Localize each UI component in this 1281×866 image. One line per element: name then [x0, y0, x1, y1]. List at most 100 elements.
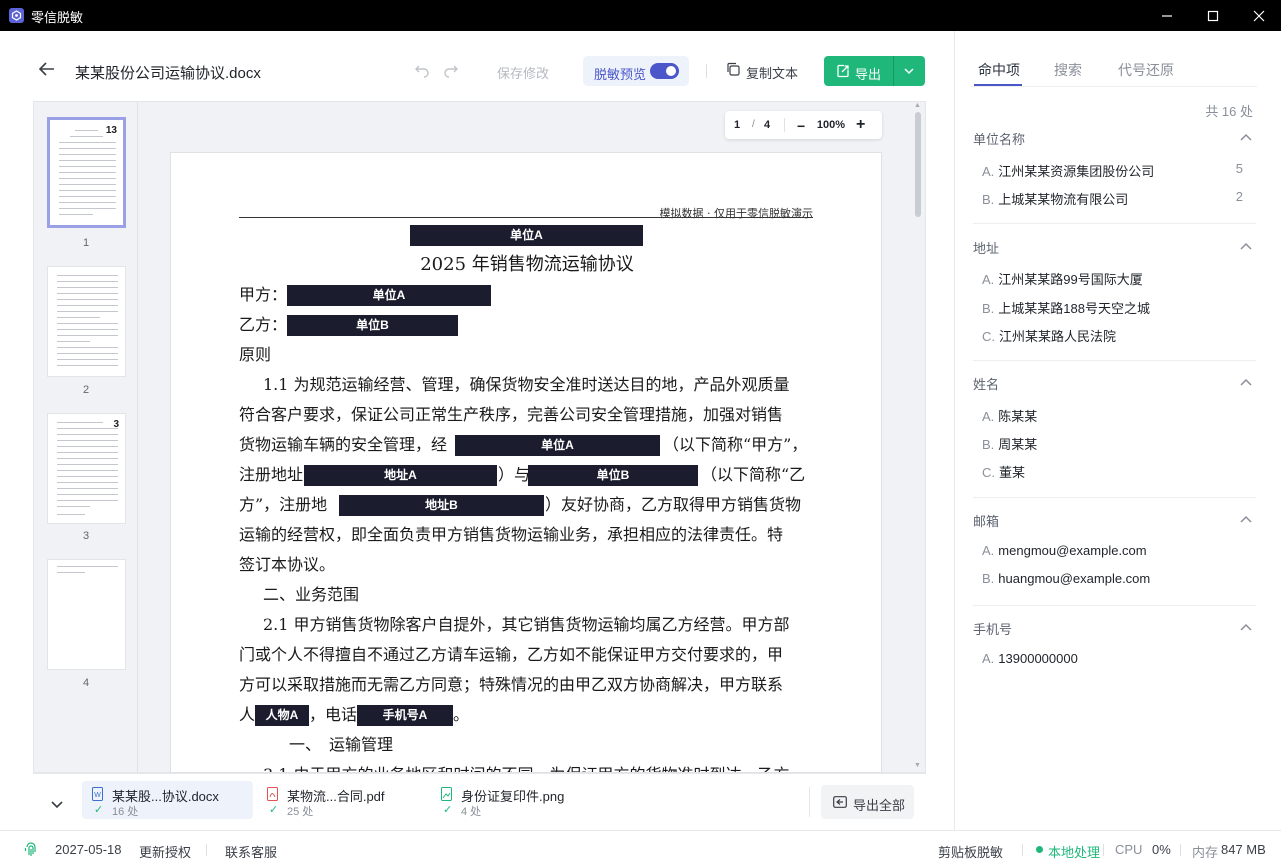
- current-page[interactable]: 1: [734, 119, 740, 131]
- section-heading: 一、 运输管理: [289, 735, 394, 754]
- cpu-value: 0%: [1152, 842, 1171, 857]
- scroll-down-icon[interactable]: ▼: [914, 762, 921, 769]
- item-text: huangmou@example.com: [998, 571, 1151, 586]
- header-rule: [239, 217, 813, 218]
- export-button[interactable]: 导出: [824, 56, 925, 86]
- group-title-name[interactable]: 姓名: [973, 374, 999, 393]
- zoom-in-icon[interactable]: +: [856, 116, 865, 134]
- chevron-down-icon[interactable]: [51, 796, 63, 814]
- copy-text-button[interactable]: 复制文本: [746, 63, 798, 82]
- group-title-org[interactable]: 单位名称: [973, 129, 1025, 148]
- memory-label: 内存: [1192, 845, 1219, 860]
- hit-item[interactable]: B. 周某某: [982, 434, 1037, 453]
- hit-count: 4 处: [461, 806, 482, 818]
- tab-divider: [971, 86, 1257, 87]
- clipboard-redact-button[interactable]: 剪贴板脱敏: [938, 842, 1003, 861]
- item-letter: A.: [982, 651, 995, 666]
- app-logo-icon: [9, 8, 24, 23]
- section-heading: 二、业务范围: [263, 585, 360, 604]
- save-changes-button[interactable]: 保存修改: [497, 63, 549, 82]
- pdf-icon: [267, 787, 278, 801]
- hit-item[interactable]: B. huangmou@example.com: [982, 571, 1150, 586]
- thumbnail-sidebar: 13 1 2 3 3 4: [34, 102, 138, 772]
- svg-text:W: W: [94, 792, 101, 799]
- hit-item[interactable]: C. 江州某某路人民法院: [982, 326, 1116, 345]
- group-title-email[interactable]: 邮箱: [973, 511, 999, 530]
- contact-support-link[interactable]: 联系客服: [225, 842, 277, 861]
- status-divider: [1022, 844, 1023, 856]
- chevron-up-icon[interactable]: [1240, 242, 1252, 250]
- paragraph-line: 方可以采取措施而无需乙方同意；特殊情况的由甲乙双方协商解决，甲方联系: [239, 675, 784, 694]
- file-tab[interactable]: 身份证复印件.png ✓ 4 处: [431, 781, 601, 819]
- redaction-tag[interactable]: 单位B: [287, 315, 458, 336]
- vertical-scrollbar[interactable]: [915, 112, 921, 217]
- page-thumbnail-2[interactable]: [47, 266, 126, 377]
- document-title: 2025 年销售物流运输协议: [420, 254, 634, 275]
- status-divider: [206, 844, 207, 856]
- tab-search[interactable]: 搜索: [1054, 60, 1082, 80]
- item-count: 5: [1235, 161, 1243, 176]
- renew-license-link[interactable]: 更新授权: [139, 842, 191, 861]
- item-text: 江州某某资源集团股份公司: [998, 164, 1155, 179]
- hit-item[interactable]: A. 13900000000: [982, 651, 1078, 666]
- hit-item[interactable]: A. 陈某某: [982, 406, 1037, 425]
- chevron-down-icon[interactable]: [904, 68, 914, 75]
- tab-restore-codes[interactable]: 代号还原: [1118, 60, 1174, 80]
- chevron-up-icon[interactable]: [1240, 378, 1252, 386]
- file-tab[interactable]: W 某某股...协议.docx 16 处: [82, 781, 253, 819]
- group-title-address[interactable]: 地址: [973, 238, 999, 257]
- check-icon: ✓: [94, 804, 104, 816]
- export-all-label: 导出全部: [853, 798, 906, 813]
- page-thumbnail-1[interactable]: 13: [47, 117, 126, 228]
- file-tab[interactable]: 某物流...合同.pdf ✓ 25 处: [257, 781, 427, 819]
- chevron-up-icon[interactable]: [1240, 515, 1252, 523]
- hit-item[interactable]: C. 董某: [982, 462, 1025, 481]
- export-all-icon: [833, 796, 847, 808]
- redaction-tag[interactable]: 手机号A: [357, 705, 453, 726]
- scroll-up-icon[interactable]: ▲: [914, 102, 921, 109]
- item-letter: A.: [982, 164, 995, 179]
- hit-item[interactable]: B. 上城某某物流有限公司: [982, 189, 1128, 208]
- back-arrow-icon[interactable]: [38, 61, 60, 79]
- paragraph-line: 3.1 由于甲方的业务地区和时间的不同，为保证甲方的货物准时到达，乙方: [263, 764, 839, 772]
- redaction-tag[interactable]: 地址A: [304, 465, 497, 486]
- export-all-button[interactable]: 导出全部: [821, 785, 914, 819]
- group-title-phone[interactable]: 手机号: [973, 619, 1012, 638]
- zoom-out-icon[interactable]: −: [797, 118, 805, 134]
- preview-label: 脱敏预览: [594, 67, 647, 82]
- redaction-tag[interactable]: 单位A: [287, 285, 491, 306]
- file-bar-divider: [809, 787, 810, 817]
- paragraph-line: （以下简称“甲方”，: [663, 435, 808, 454]
- redo-icon[interactable]: [443, 62, 459, 83]
- preview-switch[interactable]: [650, 63, 679, 79]
- redaction-tag[interactable]: 人物A: [255, 705, 309, 726]
- redaction-tag[interactable]: 单位B: [528, 465, 698, 486]
- hit-item[interactable]: A. 江州某某路99号国际大厦: [982, 269, 1143, 288]
- redaction-tag[interactable]: 地址B: [339, 495, 544, 516]
- close-button[interactable]: [1236, 0, 1281, 31]
- group-divider: [973, 360, 1256, 361]
- copy-icon[interactable]: [726, 62, 740, 81]
- undo-icon[interactable]: [414, 62, 430, 83]
- group-divider: [973, 223, 1256, 224]
- page-thumbnail-4[interactable]: [47, 559, 126, 670]
- redaction-preview-toggle[interactable]: 脱敏预览: [583, 56, 689, 86]
- hit-item[interactable]: A. 江州某某资源集团股份公司: [982, 161, 1154, 180]
- page-navigation: 1 / 4 − 100% +: [725, 111, 882, 139]
- page-thumbnail-3[interactable]: 3: [47, 413, 126, 524]
- export-split-divider: [893, 56, 894, 86]
- redaction-tag[interactable]: 单位A: [410, 225, 643, 246]
- local-status-dot-icon: [1036, 846, 1043, 853]
- chevron-up-icon[interactable]: [1240, 133, 1252, 141]
- hit-item[interactable]: B. 上城某某路188号天空之城: [982, 298, 1150, 317]
- chevron-up-icon[interactable]: [1240, 623, 1252, 631]
- minimize-button[interactable]: [1144, 0, 1190, 31]
- thumbnail-number: 1: [82, 237, 90, 249]
- toolbar-divider: [706, 64, 707, 78]
- tab-hits[interactable]: 命中项: [978, 60, 1020, 80]
- maximize-button[interactable]: [1190, 0, 1236, 31]
- hit-item[interactable]: A. mengmou@example.com: [982, 543, 1147, 558]
- redaction-tag[interactable]: 单位A: [455, 435, 660, 456]
- item-letter: C.: [982, 329, 995, 344]
- document-viewer: 13 1 2 3 3 4 1 / 4 − 100% + 模拟数据 · 仅用于零信…: [33, 101, 926, 773]
